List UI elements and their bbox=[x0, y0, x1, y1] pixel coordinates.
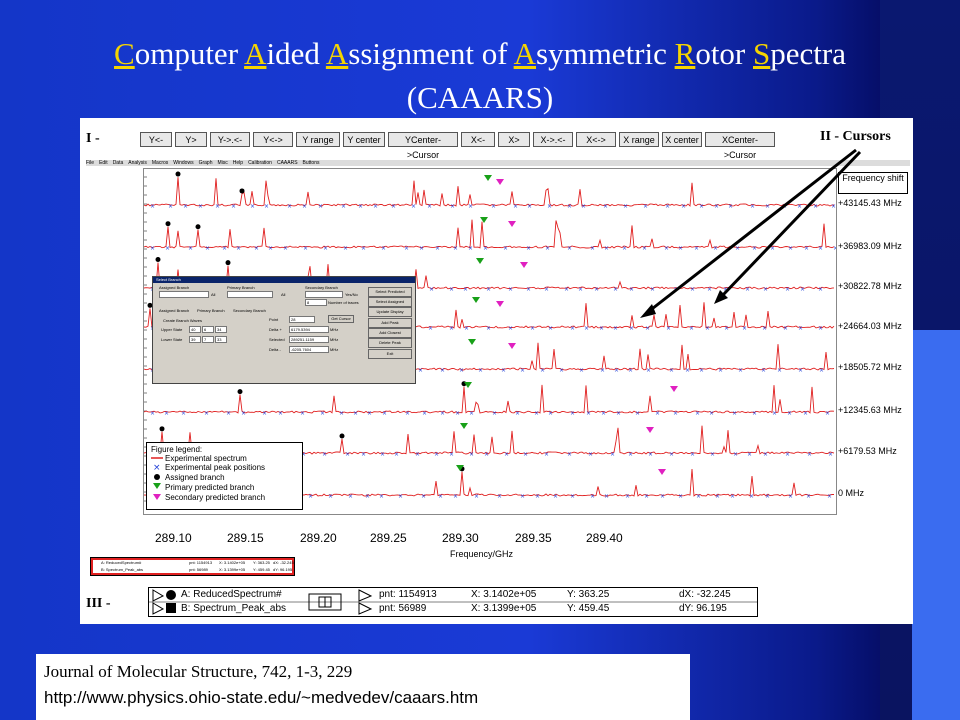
small-cursor-a-x: X: 3.1402e+05 bbox=[219, 560, 246, 565]
cursor-b-square-icon bbox=[166, 603, 176, 613]
cursor-a-pnt: pnt: 1154913 bbox=[379, 589, 437, 600]
cursor-a-y: Y: 363.25 bbox=[567, 589, 610, 600]
small-cursor-b-x: X: 3.1399e+05 bbox=[219, 567, 246, 572]
cursor-a-play-icon[interactable] bbox=[152, 589, 165, 602]
small-cursor-b-pnt: pnt: 56989 bbox=[189, 567, 208, 572]
cursor-a-x: X: 3.1402e+05 bbox=[471, 589, 537, 600]
arrow-to-cursor-b bbox=[720, 150, 862, 298]
cursor-b-x: X: 3.1399e+05 bbox=[471, 603, 537, 614]
citation-journal: Journal of Molecular Structure, 742, 1-3… bbox=[44, 662, 353, 681]
small-cursor-dx: dX: -32.245 bbox=[273, 560, 294, 565]
cursor-a-arrow-icon[interactable] bbox=[358, 589, 373, 602]
arrow-to-cursor-a bbox=[647, 148, 857, 314]
citation-box: Journal of Molecular Structure, 742, 1-3… bbox=[36, 654, 690, 720]
cursor-b-y: Y: 459.45 bbox=[567, 603, 610, 614]
cursor-dy: dY: 96.195 bbox=[679, 603, 727, 614]
cursor-a-name: A: ReducedSpectrum# bbox=[181, 589, 282, 600]
cursor-dx: dX: -32.245 bbox=[679, 589, 731, 600]
cursor-b-play-icon[interactable] bbox=[152, 602, 165, 615]
small-cursor-a-pnt: pnt: 1154913 bbox=[189, 560, 213, 565]
small-cursor-a-y: Y: 363.25 bbox=[253, 560, 270, 565]
small-cursor-a-name: A: ReducedSpectrum# bbox=[101, 560, 142, 565]
cursor-a-circle-icon bbox=[166, 590, 176, 600]
cursor-b-name: B: Spectrum_Peak_abs bbox=[181, 603, 287, 614]
small-cursor-b-name: B: Spectrum_Peak_abs bbox=[101, 567, 144, 572]
citation-url[interactable]: http://www.physics.ohio-state.edu/~medve… bbox=[44, 688, 478, 708]
cursor-info-panel: A: ReducedSpectrum# B: Spectrum_Peak_abs… bbox=[148, 587, 758, 617]
cursor-b-pnt: pnt: 56989 bbox=[379, 603, 427, 614]
small-cursor-dy: dY: 96.195 bbox=[273, 567, 293, 572]
cursor-info-small: A: ReducedSpectrum# B: Spectrum_Peak_abs… bbox=[90, 557, 295, 576]
cursor-b-arrow-icon[interactable] bbox=[358, 602, 373, 615]
small-cursor-b-y: Y: 459.45 bbox=[253, 567, 270, 572]
